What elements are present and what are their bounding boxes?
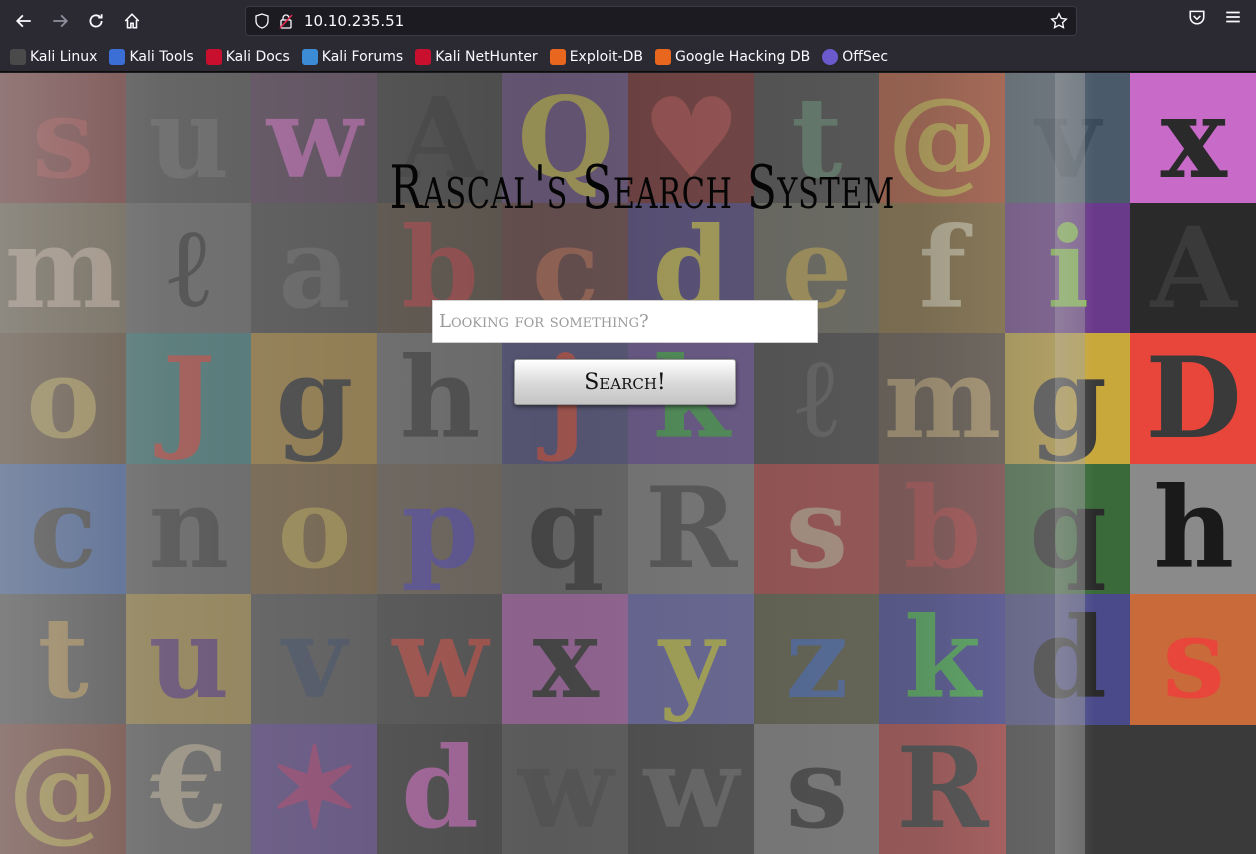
bookmark-star-icon[interactable] xyxy=(1050,12,1068,30)
bookmark-exploit-db[interactable]: Exploit-DB xyxy=(549,48,643,65)
toolbar-right xyxy=(1188,8,1242,26)
search-input[interactable] xyxy=(432,300,818,343)
bookmarks-toolbar: Kali Linux Kali Tools Kali Docs Kali For… xyxy=(0,42,1256,72)
bookmark-label: Google Hacking DB xyxy=(674,48,811,65)
back-button[interactable] xyxy=(6,5,42,37)
page-title: Rascal's Search System xyxy=(389,153,895,223)
arrow-left-icon xyxy=(15,14,31,28)
kali-nethunter-icon xyxy=(415,48,432,65)
bookmark-kali-docs[interactable]: Kali Docs xyxy=(205,48,290,65)
forward-button[interactable] xyxy=(42,5,78,37)
background-overlay-edge xyxy=(1055,73,1095,854)
home-button[interactable] xyxy=(114,5,150,37)
reload-button[interactable] xyxy=(78,5,114,37)
background-letter-tile: D xyxy=(1130,333,1256,465)
shield-icon[interactable] xyxy=(254,13,270,29)
menu-icon[interactable] xyxy=(1224,8,1242,26)
browser-toolbar: 10.10.235.51 xyxy=(0,0,1256,42)
bookmark-kali-nethunter[interactable]: Kali NetHunter xyxy=(415,48,538,65)
kali-dragon-icon xyxy=(10,48,26,65)
bookmark-google-hacking-db[interactable]: Google Hacking DB xyxy=(654,48,811,65)
url-bar[interactable]: 10.10.235.51 xyxy=(245,6,1077,36)
bookmark-label: OffSec xyxy=(842,48,889,65)
search-button[interactable]: Search! xyxy=(514,359,736,405)
bookmark-kali-linux[interactable]: Kali Linux xyxy=(10,48,98,65)
page-scrollbar[interactable] xyxy=(1250,73,1256,854)
background-letter-tile: h xyxy=(1130,463,1256,595)
bookmark-label: Kali Forums xyxy=(321,48,404,65)
bookmark-label: Exploit-DB xyxy=(569,48,643,65)
insecure-lock-icon[interactable] xyxy=(278,13,294,29)
bookmark-offsec[interactable]: OffSec xyxy=(822,48,889,65)
offsec-icon xyxy=(822,48,839,65)
reload-icon xyxy=(89,14,103,28)
bookmark-label: Kali Docs xyxy=(225,48,290,65)
background-letter-tile: s xyxy=(1130,593,1256,725)
bookmark-label: Kali NetHunter xyxy=(435,48,538,65)
bookmark-label: Kali Linux xyxy=(30,48,98,65)
background-letter-tile: x xyxy=(1130,73,1256,205)
bookmark-kali-tools[interactable]: Kali Tools xyxy=(109,48,194,65)
bookmark-label: Kali Tools xyxy=(129,48,194,65)
exploit-db-icon xyxy=(549,48,566,65)
kali-forums-icon xyxy=(301,48,318,65)
kali-tools-icon xyxy=(109,48,126,65)
kali-docs-icon xyxy=(205,48,222,65)
arrow-right-icon xyxy=(53,14,69,28)
url-text[interactable]: 10.10.235.51 xyxy=(304,12,1050,30)
ghdb-icon xyxy=(654,48,671,65)
home-icon xyxy=(124,13,140,29)
page-viewport: suwAQ♥t@vxmℓabcdefiAoJghjkℓmgDcnopqRsbqh… xyxy=(0,73,1256,854)
pocket-icon[interactable] xyxy=(1188,8,1206,26)
background-letter-tile: A xyxy=(1130,203,1256,335)
bookmark-kali-forums[interactable]: Kali Forums xyxy=(301,48,404,65)
